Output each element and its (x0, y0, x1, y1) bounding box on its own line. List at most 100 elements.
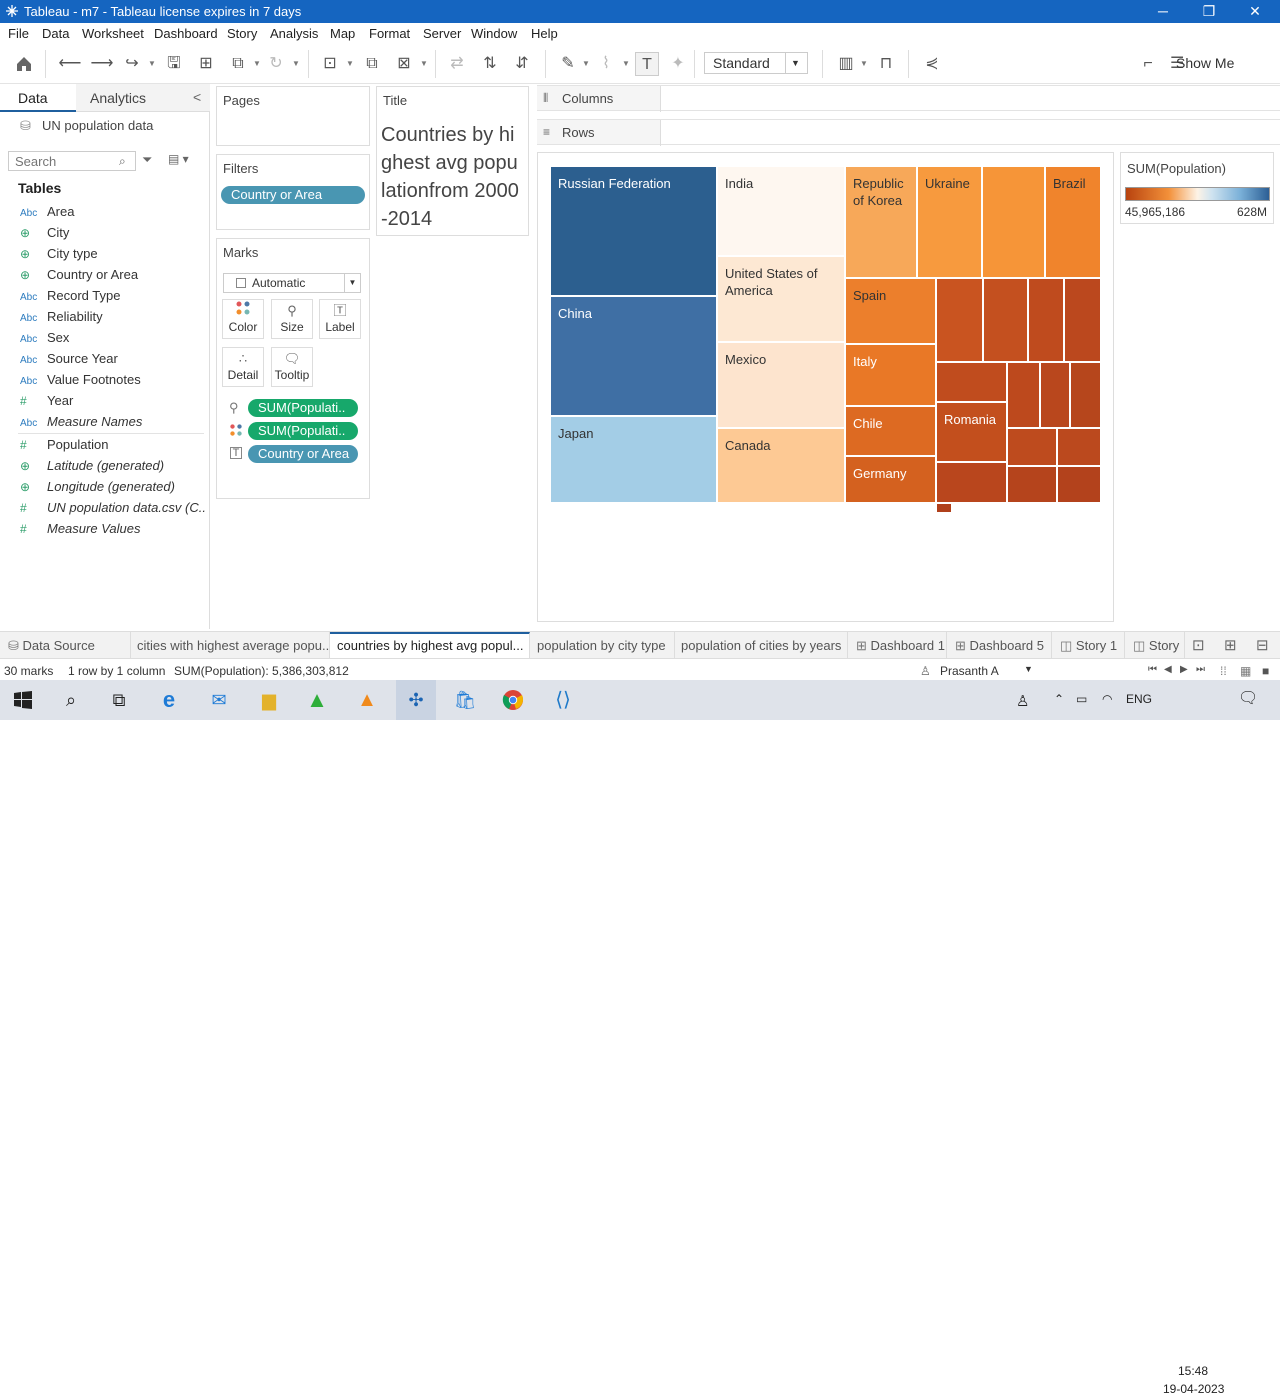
vscode-icon[interactable]: ⟨⟩ (550, 688, 576, 712)
treemap-cell[interactable]: Germany (845, 456, 936, 503)
treemap-cell[interactable]: Mexico (717, 342, 845, 428)
user-name[interactable]: Prasanth A (940, 664, 999, 678)
tooltip-button[interactable]: 🗨 Tooltip (271, 347, 313, 387)
menu-story[interactable]: Story (227, 26, 257, 41)
menu-map[interactable]: Map (330, 26, 355, 41)
undo-icon[interactable]: ⟵ (58, 52, 82, 76)
search-icon[interactable]: ⌕ (58, 688, 84, 712)
maximize-button[interactable]: ❐ (1186, 0, 1232, 23)
treemap-cell[interactable]: Romania (936, 402, 1007, 462)
save-icon[interactable]: 🖫 (162, 52, 186, 76)
fix-axes-icon[interactable]: ✦ (666, 52, 690, 76)
treemap-cell[interactable] (1007, 428, 1057, 466)
chevron-down-icon[interactable]: ▼ (292, 59, 300, 68)
new-data-source-icon[interactable]: ⊞ (194, 52, 218, 76)
clock-date[interactable]: 19-04-2023 (1163, 1382, 1224, 1396)
data-source-name[interactable]: UN population data (42, 118, 153, 133)
color-button[interactable]: Color (222, 299, 264, 339)
chevron-down-icon[interactable]: ▼ (622, 59, 630, 68)
treemap-cell[interactable]: Republic of Korea (845, 166, 917, 278)
refresh-icon[interactable]: ↻ (264, 52, 288, 76)
file-explorer-icon[interactable]: ▆ (256, 688, 282, 712)
field-item[interactable]: ⊕ Latitude (generated) (20, 458, 205, 478)
menu-file[interactable]: File (8, 26, 29, 41)
treemap-cell[interactable]: Japan (550, 416, 717, 503)
vlc-icon[interactable]: ▲ (354, 688, 380, 712)
language-indicator[interactable]: ENG (1126, 692, 1152, 706)
menu-window[interactable]: Window (471, 26, 517, 41)
new-story-icon[interactable]: ⊟ (1256, 636, 1269, 654)
treemap-cell[interactable]: Brazil (1045, 166, 1101, 278)
chevron-down-icon[interactable]: ▼ (1024, 664, 1033, 674)
clock-time[interactable]: 15:48 (1178, 1364, 1208, 1378)
tab-sheet[interactable]: cities with highest average popu... (131, 632, 330, 659)
notifications-icon[interactable]: 🗨 (1238, 688, 1258, 708)
filter-icon[interactable]: ⏷ (142, 152, 152, 168)
field-item[interactable]: # Measure Values (20, 521, 205, 541)
highlight-icon[interactable]: ✎ (556, 52, 580, 76)
treemap-cell[interactable]: Italy (845, 344, 936, 406)
treemap-cell[interactable] (1040, 362, 1070, 428)
rows-drop-area[interactable] (661, 120, 1280, 144)
menu-format[interactable]: Format (369, 26, 410, 41)
marks-pill-label[interactable]: Country or Area (248, 445, 358, 463)
field-item[interactable]: ⊕ City (20, 225, 205, 245)
filter-pill-country[interactable]: Country or Area (221, 186, 365, 204)
tabs-icon[interactable]: ■ (1262, 664, 1269, 678)
pause-updates-icon[interactable]: ⧉ (226, 52, 250, 76)
tab-sheet[interactable]: population of cities by years (675, 632, 848, 659)
treemap-cell[interactable]: Ukraine (917, 166, 982, 278)
treemap-cell[interactable] (982, 166, 1045, 278)
menu-data[interactable]: Data (42, 26, 69, 41)
treemap-cell[interactable]: India (717, 166, 845, 256)
swap-rows-columns-icon[interactable]: ⇄ (445, 52, 469, 76)
sort-descending-icon[interactable]: ⇵ (510, 52, 534, 76)
fit-dropdown[interactable]: Standard ▼ (704, 52, 808, 74)
legend-gradient[interactable] (1125, 187, 1270, 201)
chevron-down-icon[interactable]: ▼ (860, 59, 868, 68)
close-button[interactable]: ✕ (1232, 0, 1278, 23)
field-item[interactable]: Abc Source Year (20, 351, 205, 371)
chrome-icon[interactable] (500, 688, 526, 712)
group-members-icon[interactable]: ⌇ (594, 52, 618, 76)
field-item[interactable]: Abc Reliability (20, 309, 205, 329)
field-item[interactable]: ⊕ Longitude (generated) (20, 479, 205, 499)
new-dashboard-icon[interactable]: ⊞ (1224, 636, 1237, 654)
field-item[interactable]: Abc Measure Names (20, 414, 205, 434)
treemap-cell[interactable]: China (550, 296, 717, 416)
treemap-cell[interactable] (1070, 362, 1101, 428)
mark-type-dropdown[interactable]: Automatic ▼ (223, 273, 361, 293)
field-item[interactable]: # UN population data.csv (C... (20, 500, 205, 520)
windows-start-icon[interactable] (10, 688, 36, 712)
treemap-cell[interactable] (936, 362, 1007, 402)
show-me-button[interactable]: Show Me (1176, 55, 1234, 71)
search-icon[interactable]: ⌕ (119, 154, 126, 169)
treemap-cell[interactable] (1007, 362, 1040, 428)
field-item[interactable]: Abc Area (20, 204, 205, 224)
field-item[interactable]: # Year (20, 393, 205, 413)
tableau-taskbar-icon[interactable]: ✣ (396, 680, 436, 720)
new-worksheet-icon[interactable]: ⊡ (318, 52, 342, 76)
treemap-cell[interactable] (936, 503, 952, 513)
prev-sheet-icon[interactable]: ◀ (1164, 664, 1172, 675)
sheet-sorter-icon[interactable]: ⁞⁞ (1220, 664, 1227, 678)
detail-button[interactable]: ∴ Detail (222, 347, 264, 387)
field-item[interactable]: # Population (20, 437, 205, 457)
anaconda-icon[interactable]: ▲ (304, 688, 330, 712)
view-options-icon[interactable]: ▤ ▾ (168, 152, 189, 166)
treemap-cell[interactable] (936, 278, 983, 362)
store-icon[interactable]: 🛍 (452, 688, 478, 712)
chevron-down-icon[interactable]: ▼ (346, 59, 354, 68)
task-view-icon[interactable]: ⧉ (106, 688, 132, 712)
field-item[interactable]: Abc Sex (20, 330, 205, 350)
show-cards-icon[interactable]: ▥ (834, 52, 858, 76)
treemap-cell[interactable]: United States of America (717, 256, 845, 342)
treemap-cell[interactable] (1064, 278, 1101, 362)
tab-sheet[interactable]: population by city type (530, 632, 675, 659)
treemap-cell[interactable] (983, 278, 1028, 362)
next-sheet-icon[interactable]: ▶ (1180, 664, 1188, 675)
chevron-down-icon[interactable]: ▼ (582, 59, 590, 68)
chevron-up-icon[interactable]: ⌃ (1054, 692, 1064, 706)
redo-icon[interactable]: ⟶ (90, 52, 114, 76)
last-sheet-icon[interactable]: ⏭ (1196, 664, 1205, 675)
